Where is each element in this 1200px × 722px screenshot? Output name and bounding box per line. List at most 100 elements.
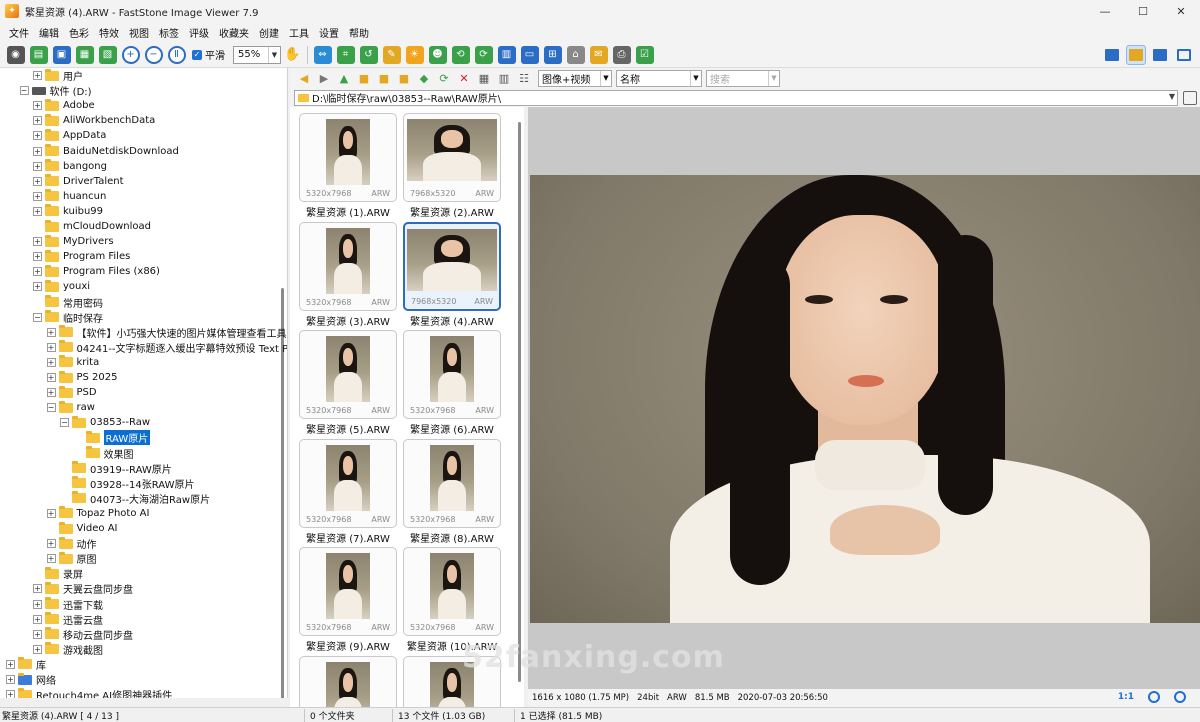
thumbnail-item[interactable]: 7968x5320 ARW	[403, 221, 501, 311]
save-icon[interactable]: ▣	[52, 45, 71, 64]
expand-icon[interactable]: +	[33, 599, 42, 609]
tree-item[interactable]: 04073--大海湖泊Raw原片	[60, 491, 210, 506]
rotate-left-icon[interactable]: ↺	[359, 45, 378, 64]
menu-view[interactable]: 视图	[124, 25, 154, 40]
tree-item[interactable]: + 天翼云盘同步盘	[33, 581, 133, 596]
close-button[interactable]: ✕	[1162, 0, 1200, 22]
thumbnail-filename[interactable]: 繁星资源 (6).ARW	[400, 421, 504, 436]
folder-favorites-icon[interactable]: ■	[356, 70, 372, 86]
tree-item[interactable]: + Retouch4me AI修图神器插件	[6, 687, 172, 698]
thumbnail-item[interactable]: 5320x7968 ARW	[299, 113, 397, 202]
menu-rating[interactable]: 评级	[184, 25, 214, 40]
filter-select[interactable]: 图像+视频 ▼	[538, 69, 612, 87]
tree-item[interactable]: − raw	[46, 400, 95, 415]
thumbnail-filename[interactable]: 繁星资源 (2).ARW	[400, 204, 504, 219]
zoom-in-icon[interactable]: +	[121, 45, 140, 64]
tree-item[interactable]: + 迅雷下载	[33, 597, 103, 612]
tree-item[interactable]: + kuibu99	[33, 204, 103, 219]
tree-item[interactable]: + huancun	[33, 189, 106, 204]
camera-icon[interactable]: ◉	[6, 45, 25, 64]
tree-item[interactable]: + Program Files (x86)	[33, 264, 160, 279]
menu-create[interactable]: 创建	[254, 25, 284, 40]
resize-icon[interactable]: ⇔	[313, 45, 332, 64]
expand-icon[interactable]: +	[33, 237, 42, 247]
thumbnail-item[interactable]: 5320x7968 ARW	[403, 330, 501, 419]
expand-icon[interactable]: +	[33, 146, 42, 156]
tree-item[interactable]: + AppData	[33, 128, 106, 143]
folder-tree[interactable]: + 用户 − 软件 (D:) + Adobe + AliWorkbenchData + AppDa…	[0, 68, 288, 698]
sort-select[interactable]: 名称 ▼	[616, 69, 702, 87]
expand-icon[interactable]: +	[33, 131, 42, 141]
thumbnail-item[interactable]	[299, 655, 397, 707]
tree-item[interactable]: + 迅雷云盘	[33, 612, 103, 627]
thumbnail-grid[interactable]: 5320x7968 ARW 繁星资源 (1).ARW 7968x5320 ARW 繁星资源…	[290, 107, 520, 707]
tree-item[interactable]: 录屏	[33, 566, 83, 581]
fit-icon[interactable]: ▧	[98, 45, 117, 64]
calendar-icon[interactable]	[1183, 90, 1197, 105]
thumbnail-filename[interactable]: 繁星资源 (9).ARW	[296, 638, 400, 653]
new-folder-icon[interactable]: ■	[376, 70, 392, 86]
thumbnail-item[interactable]: 5320x7968 ARW	[299, 438, 397, 528]
actual-size-button[interactable]: 1:1	[1118, 692, 1134, 702]
tree-item[interactable]: + 原图	[46, 551, 97, 566]
tree-item[interactable]: + 库	[6, 657, 46, 672]
collapse-icon[interactable]: −	[60, 418, 69, 428]
tree-item[interactable]: − 临时保存	[33, 310, 103, 325]
layout-grid-icon[interactable]	[1102, 45, 1122, 65]
tree-item[interactable]: 效果图	[73, 446, 134, 461]
path-input[interactable]: D:\临时保存\raw\03853--Raw\RAW原片\ ▼	[294, 89, 1178, 106]
print-icon[interactable]: ⎙	[612, 45, 631, 64]
expand-icon[interactable]: +	[6, 690, 15, 698]
expand-icon[interactable]: +	[33, 252, 42, 262]
menu-color[interactable]: 色彩	[64, 25, 94, 40]
expand-icon[interactable]: +	[33, 176, 42, 186]
email-icon[interactable]: ✉	[589, 45, 608, 64]
thumbnail-item[interactable]: 5320x7968 ARW	[299, 547, 397, 636]
fullscreen-icon[interactable]	[1174, 45, 1194, 65]
tree-item[interactable]: + Adobe	[33, 98, 95, 113]
tree-item[interactable]: +04241--文字标题逐入缓出字幕特效预设 Text Pres	[46, 340, 287, 355]
expand-icon[interactable]: +	[33, 644, 42, 654]
tree-item[interactable]: 03919--RAW原片	[60, 461, 172, 476]
rotate-ccw-icon[interactable]: ⟲	[451, 45, 470, 64]
thumbnail-item[interactable]: 5320x7968 ARW	[299, 221, 397, 311]
move-to-icon[interactable]: ◆	[416, 70, 432, 86]
minimize-button[interactable]: —	[1086, 0, 1124, 22]
thumbnail-item[interactable]: 5320x7968 ARW	[403, 438, 501, 528]
tree-item[interactable]: + 用户	[33, 68, 83, 83]
expand-icon[interactable]: +	[33, 116, 42, 126]
menu-tags[interactable]: 标签	[154, 25, 184, 40]
expand-icon[interactable]: +	[33, 71, 42, 80]
thumbnail-scrollbar[interactable]	[516, 107, 524, 707]
chevron-down-icon[interactable]: ▼	[1169, 92, 1175, 101]
menu-help[interactable]: 帮助	[344, 25, 374, 40]
expand-icon[interactable]: +	[46, 388, 56, 398]
tree-item[interactable]: + PSD	[46, 385, 97, 400]
adjust-icon[interactable]: ✎	[382, 45, 401, 64]
menu-effects[interactable]: 特效	[94, 25, 124, 40]
expand-icon[interactable]: +	[46, 342, 56, 352]
contact-sheet-icon[interactable]: ☑	[635, 45, 654, 64]
thumbnail-filename[interactable]: 繁星资源 (5).ARW	[296, 421, 400, 436]
expand-icon[interactable]: +	[33, 584, 42, 594]
expand-icon[interactable]: +	[33, 161, 42, 171]
menu-tools[interactable]: 工具	[284, 25, 314, 40]
search-input[interactable]: 搜索 ▼	[706, 69, 780, 87]
tree-item[interactable]: − 软件 (D:)	[19, 83, 92, 98]
tree-item[interactable]: − 03853--Raw	[60, 415, 150, 430]
actual-size-icon[interactable]: Ⅱ	[167, 45, 186, 64]
thumbnail-item[interactable]: 5320x7968 ARW	[403, 547, 501, 636]
menu-file[interactable]: 文件	[4, 25, 34, 40]
thumbnail-filename[interactable]: 繁星资源 (3).ARW	[296, 313, 400, 328]
expand-icon[interactable]: +	[33, 614, 42, 624]
list-view-icon[interactable]: ☷	[516, 70, 532, 86]
tree-item[interactable]: + PS 2025	[46, 370, 118, 385]
tree-item[interactable]: + 游戏截图	[33, 642, 103, 657]
user-icon[interactable]: ☻	[428, 45, 447, 64]
refresh-icon[interactable]: ⟳	[436, 70, 452, 86]
fullscreen-toggle-icon[interactable]	[1174, 691, 1186, 703]
delete-icon[interactable]: ✕	[456, 70, 472, 86]
maximize-button[interactable]: ☐	[1124, 0, 1162, 22]
scrollbar-thumb[interactable]	[518, 122, 521, 682]
collapse-icon[interactable]: −	[19, 86, 29, 96]
